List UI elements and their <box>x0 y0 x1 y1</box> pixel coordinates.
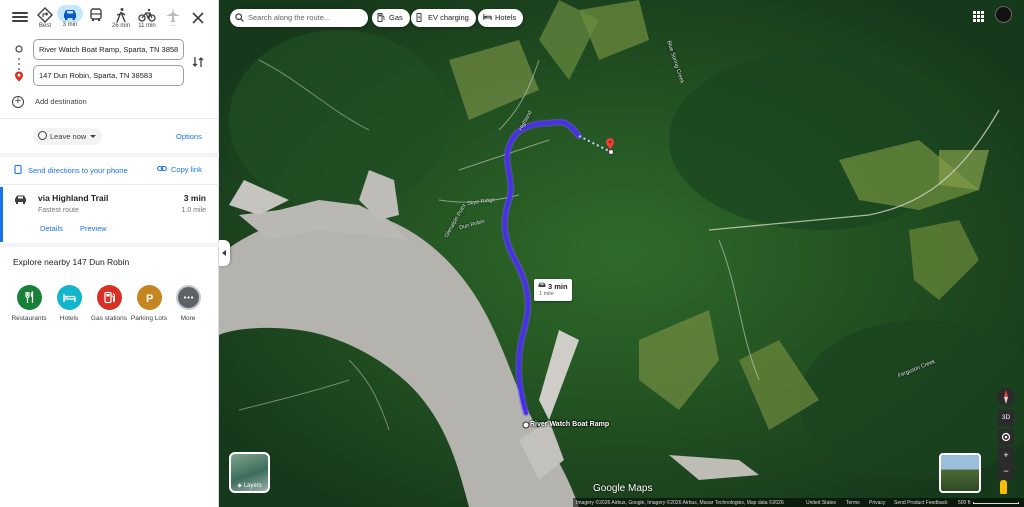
close-icon[interactable] <box>191 11 205 25</box>
fork-knife-icon <box>24 291 33 303</box>
category-gas-button[interactable]: Gas stations <box>89 285 129 323</box>
chip-gas[interactable]: Gas <box>372 9 410 27</box>
route-subtitle: Fastest route <box>38 207 79 214</box>
ev-charging-icon <box>416 13 422 22</box>
3d-toggle-button[interactable]: 3D <box>998 410 1014 426</box>
divider <box>0 153 219 157</box>
footer-link-terms[interactable]: Terms <box>846 500 860 506</box>
options-button[interactable]: Options <box>176 132 202 141</box>
caret-down-icon <box>90 135 97 138</box>
google-apps-icon[interactable] <box>973 11 984 22</box>
car-icon <box>64 10 76 20</box>
google-maps-logo: Google Maps <box>593 483 653 494</box>
chip-ev-charging[interactable]: EV charging <box>411 9 476 27</box>
gas-pump-icon <box>377 13 385 22</box>
travel-mode-bar: Best 3 min 26 min 11 min — <box>0 5 219 35</box>
parking-icon: P <box>146 293 153 304</box>
destination-pin-icon <box>15 71 23 82</box>
bicycle-icon <box>138 8 156 22</box>
mode-best-button[interactable]: Best <box>32 5 58 33</box>
satellite-map[interactable]: Search along the route... Gas EV chargin… <box>219 0 1024 507</box>
bed-icon <box>62 294 76 302</box>
bus-icon <box>90 8 102 21</box>
route-dots <box>18 58 20 72</box>
category-parking-button[interactable]: P Parking Lots <box>129 285 169 323</box>
category-more-button[interactable]: More <box>168 285 208 323</box>
chip-hotels[interactable]: Hotels <box>478 9 524 27</box>
footer-link-region[interactable]: United States <box>806 500 836 506</box>
gas-pump-icon <box>103 291 115 304</box>
layers-button[interactable]: ◈ Layers <box>229 452 270 493</box>
svg-text:P: P <box>146 293 153 304</box>
divider <box>0 184 219 185</box>
mode-transit-button[interactable] <box>83 5 109 33</box>
origin-input[interactable]: River Watch Boat Ramp, Sparta, TN 3858 <box>33 39 184 60</box>
origin-map-label: River Watch Boat Ramp <box>530 421 610 428</box>
walking-icon <box>116 8 126 23</box>
layers-icon: ◈ <box>237 483 242 489</box>
route-time-callout[interactable]: 3 min 1 mile <box>534 279 572 301</box>
link-icon <box>157 165 167 172</box>
waypoint-inputs: River Watch Boat Ramp, Sparta, TN 3858 1… <box>0 38 219 113</box>
location-target-icon <box>1001 432 1011 442</box>
zoom-in-button[interactable]: + <box>998 447 1014 463</box>
divider <box>0 243 219 247</box>
send-to-phone-link[interactable]: Send directions to your phone <box>14 164 128 175</box>
plus-circle-icon: + <box>12 96 24 108</box>
copy-link-button[interactable]: Copy link <box>157 165 202 174</box>
swap-icon[interactable] <box>192 55 204 69</box>
best-route-icon <box>37 7 53 23</box>
car-icon <box>538 282 546 287</box>
more-icon <box>183 296 193 299</box>
route-duration: 3 min <box>183 193 206 203</box>
car-icon <box>15 195 26 204</box>
airplane-icon <box>166 8 180 22</box>
street-view-thumbnail[interactable] <box>939 453 981 493</box>
search-along-route-input[interactable]: Search along the route... <box>230 9 368 27</box>
compass-icon <box>1004 390 1008 404</box>
explore-nearby-title: Explore nearby 147 Dun Robin <box>13 257 130 267</box>
phone-icon <box>14 164 22 175</box>
destination-input[interactable]: 147 Dun Robin, Sparta, TN 38583 <box>33 65 184 86</box>
menu-icon[interactable] <box>12 10 28 26</box>
mode-flights-button[interactable]: — <box>160 5 186 33</box>
pegman-icon[interactable] <box>1000 480 1007 494</box>
zoom-out-button[interactable]: − <box>998 463 1014 479</box>
compass-button[interactable] <box>997 388 1015 406</box>
search-icon <box>235 13 244 22</box>
map-footer: Imagery ©2026 Airbus, Google, Imagery ©2… <box>573 498 1024 507</box>
scale-label: 500 ft <box>958 500 971 506</box>
route-name: via Highland Trail <box>38 193 109 203</box>
origin-circle-icon <box>15 45 23 53</box>
my-location-button[interactable] <box>998 429 1014 445</box>
route-option-card[interactable]: via Highland Trail Fastest route 3 min 1… <box>0 187 219 242</box>
minus-icon: − <box>1003 466 1009 476</box>
account-avatar[interactable] <box>995 6 1012 23</box>
mode-driving-button[interactable]: 3 min <box>57 5 83 33</box>
scale-bar <box>973 502 1019 504</box>
leave-now-dropdown[interactable]: Leave now <box>33 128 103 145</box>
route-distance: 1.0 mile <box>181 207 206 214</box>
details-button[interactable]: Details <box>40 224 63 233</box>
plus-icon: + <box>1003 450 1009 460</box>
add-destination-button[interactable]: + Add destination <box>12 96 87 108</box>
mode-walking-button[interactable]: 26 min <box>108 5 134 33</box>
footer-link-privacy[interactable]: Privacy <box>869 500 885 506</box>
mode-cycling-button[interactable]: 11 min <box>134 5 160 33</box>
collapse-panel-button[interactable] <box>219 240 230 266</box>
preview-button[interactable]: Preview <box>80 224 107 233</box>
footer-link-feedback[interactable]: Send Product Feedback <box>894 500 948 506</box>
directions-panel: Best 3 min 26 min 11 min — River Watch B… <box>0 0 219 507</box>
attribution-text: Imagery ©2026 Airbus, Google, Imagery ©2… <box>576 500 784 506</box>
divider <box>0 118 219 119</box>
category-hotels-button[interactable]: Hotels <box>49 285 89 323</box>
satellite-imagery <box>219 0 1024 507</box>
category-restaurants-button[interactable]: Restaurants <box>9 285 49 323</box>
clock-icon <box>38 131 47 140</box>
bed-icon <box>483 14 492 20</box>
share-row: Send directions to your phone Copy link <box>0 164 219 177</box>
